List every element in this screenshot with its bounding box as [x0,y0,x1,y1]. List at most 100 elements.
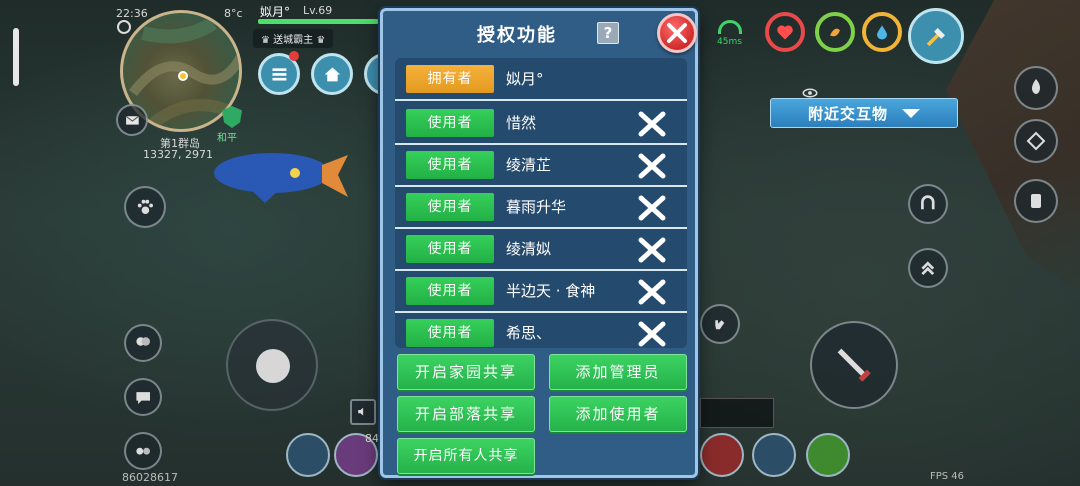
jump-button[interactable] [908,248,948,288]
authorized-members-list[interactable]: 拥有者 姒月° 使用者 惜然 使用者 绫清芷 使用者 暮雨升华 使用者 绫清姒 … [395,58,687,348]
add-user-button[interactable]: 添加使用者 [549,396,687,432]
health-ring [765,12,805,52]
player-position-marker [178,71,188,81]
close-icon [667,23,687,43]
share-all-button[interactable]: 开启所有人共享 [397,438,535,474]
swap-button[interactable] [752,433,796,477]
hand-interact-button[interactable] [700,304,740,344]
coordinates-text: 13327, 2971 [143,148,213,161]
notification-dot [289,51,299,61]
hand-icon [715,320,725,330]
add-admin-button[interactable]: 添加管理员 [549,354,687,390]
remove-member-icon[interactable] [637,110,667,138]
fire-skill-button[interactable] [1014,66,1058,110]
member-row: 使用者 半边天 · 食神 [395,271,687,313]
player-id: 86028617 [122,471,178,484]
hunger-ring [815,12,855,52]
side-drawer-handle[interactable] [13,28,19,86]
heart-icon [777,25,793,40]
ping-text: 45ms [717,37,742,47]
thirst-ring [862,12,902,52]
friends-icon [136,447,150,455]
member-role-badge: 使用者 [406,193,494,221]
member-row: 使用者 惜然 [395,103,687,145]
hammer-wrench-icon [926,27,945,46]
fps-counter: FPS 46 [930,471,965,482]
member-name: 绫清芷 [506,156,552,174]
close-button[interactable] [657,13,697,53]
member-row: 使用者 希思、 [395,313,687,348]
airship-icon [214,153,348,203]
member-name: 惜然 [506,114,537,132]
share-home-button[interactable]: 开启家园共享 [397,354,535,390]
sword-icon [837,348,871,382]
remove-member-icon[interactable] [637,152,667,180]
home-icon [324,67,340,81]
remove-member-icon[interactable] [637,320,667,348]
owner-role-badge: 拥有者 [406,65,494,93]
temperature-text: 8°c [224,7,243,20]
member-role-badge: 使用者 [406,319,494,347]
armor-button[interactable] [1014,179,1058,223]
eye-icon [802,88,818,98]
player-name: 姒月° [260,5,291,19]
member-name: 暮雨升华 [506,198,567,216]
member-name: 希思、 [506,324,552,342]
member-name: 半边天 · 食神 [506,282,596,300]
horseshoe-icon [921,195,935,210]
dialog-title: 授权功能 [477,25,557,46]
nearby-interactables-label: 附近交互物 [807,104,888,123]
member-name: 绫清姒 [506,240,552,258]
quick-slot-disc[interactable] [286,433,330,477]
joystick-knob[interactable] [256,349,290,383]
fire-icon [1032,79,1040,94]
title-tag: ♛ 送城霸主 ♛ [253,29,334,48]
share-tribe-button[interactable]: 开启部落共享 [397,396,535,432]
list-menu-icon [272,67,286,81]
member-role-badge: 使用者 [406,277,494,305]
eye-view-button[interactable] [795,78,825,108]
member-role-badge: 使用者 [406,151,494,179]
chat-input-box[interactable] [700,398,774,428]
water-drop-icon [877,25,887,40]
dragon-icon [1026,131,1046,151]
owner-row: 拥有者 姒月° [395,58,687,101]
mail-button[interactable] [116,104,148,136]
remove-member-icon[interactable] [637,194,667,222]
authorization-dialog: 授权功能 ? 拥有者 姒月° 使用者 惜然 使用者 绫清芷 使用者 暮雨升华 使… [380,8,698,478]
inventory-button[interactable] [806,433,850,477]
member-row: 使用者 绫清姒 [395,229,687,271]
clock-text: 22:36 [116,7,148,20]
member-row: 使用者 暮雨升华 [395,187,687,229]
player-level: Lv.69 [303,4,333,17]
mail-icon [125,115,139,125]
remove-member-icon[interactable] [637,236,667,264]
remove-member-icon[interactable] [637,278,667,306]
owner-name: 姒月° [506,70,544,88]
health-bar [258,19,388,24]
chat-button[interactable] [124,378,162,416]
voice-button[interactable] [350,399,376,425]
chevron-down-icon [902,108,920,118]
peace-mode-label: 和平 [217,133,237,144]
peace-shield-icon[interactable] [222,106,242,128]
balloon-button[interactable] [124,324,162,362]
quick-slot-count: 84 [365,432,379,445]
home-button[interactable] [311,53,353,95]
signal-icon [718,20,742,34]
chat-bubble-icon [136,391,150,404]
friends-button[interactable] [124,432,162,470]
movement-joystick[interactable] [226,319,318,411]
food-icon [830,28,840,37]
pet-skill-button[interactable] [1014,119,1058,163]
armor-icon [1031,194,1041,208]
member-role-badge: 使用者 [406,235,494,263]
pet-paw-button[interactable] [124,186,166,228]
crafting-button[interactable] [908,8,964,64]
grab-button[interactable] [908,184,948,224]
member-row: 使用者 绫清芷 [395,145,687,187]
attack-button[interactable] [810,321,898,409]
quick-slot-backpack[interactable] [700,433,744,477]
help-icon[interactable]: ? [597,22,619,44]
speaker-icon [358,408,364,416]
